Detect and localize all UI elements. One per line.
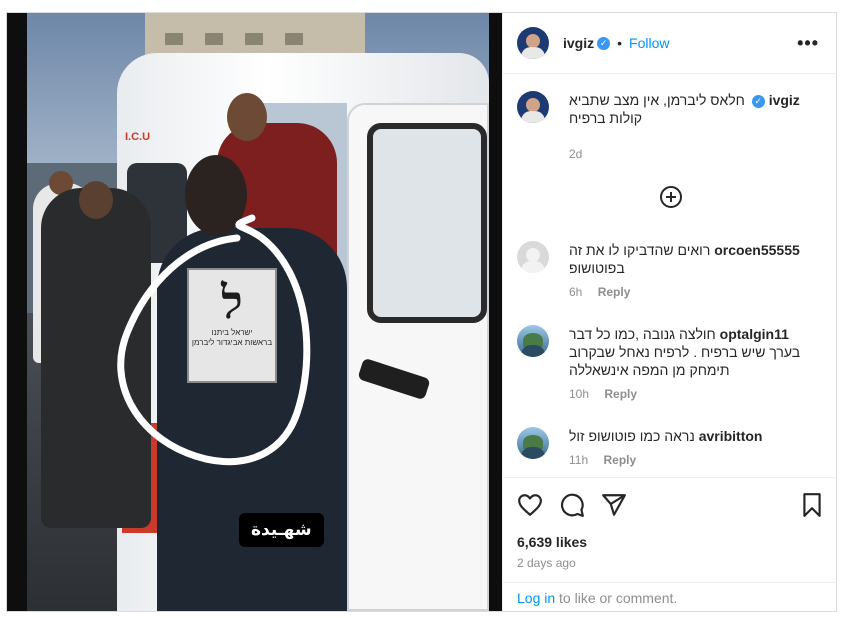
speech-bubble-icon[interactable] (559, 492, 585, 518)
comment-text: רואים שהדביקו לו את זה בפוטושופ (569, 242, 711, 276)
commenter-avatar[interactable] (517, 241, 549, 273)
login-link[interactable]: Log in (517, 590, 555, 606)
comment-username[interactable]: avribitton (699, 428, 763, 444)
reply-button[interactable]: Reply (603, 453, 636, 467)
comment-time: 6h (569, 285, 583, 299)
reply-button[interactable]: Reply (598, 285, 631, 299)
follow-button[interactable]: Follow (629, 35, 669, 51)
comment-item: orcoen55555 רואים שהדביקו לו את זה בפוטו… (517, 241, 827, 301)
plus-circle-icon[interactable] (659, 185, 683, 209)
likes-count[interactable]: 6,639 likes (517, 534, 587, 550)
author-username[interactable]: ivgiz (563, 35, 594, 51)
bookmark-icon[interactable] (799, 492, 825, 518)
caption-verified-icon: ✓ (751, 94, 765, 108)
comment-username[interactable]: optalgin11 (720, 326, 789, 342)
post-dialog: I.C.U ל ישראל ביתנו בראשות אביגדור ליברמ… (6, 12, 837, 612)
comment-item: optalgin11 חולצה גנובה ,כמו כל דבר בערך … (517, 325, 827, 403)
caption-text-block: ivgiz ✓ חלאס ליברמן, אין מצב שתביא קולות… (569, 91, 821, 127)
post-side-panel: ivgiz ✓ • Follow ••• ivgiz ✓ חלאס ליברמן… (502, 13, 837, 611)
commenter-avatar[interactable] (517, 427, 549, 459)
separator-dot: • (617, 35, 623, 51)
comment-text: נראה כמו פוטושופ זול (569, 428, 695, 444)
post-caption: ivgiz ✓ חלאס ליברמן, אין מצב שתביא קולות… (517, 91, 827, 161)
comment-text-block: optalgin11 חולצה גנובה ,כמו כל דבר בערך … (569, 325, 821, 379)
comment-meta: 11h Reply (569, 453, 636, 467)
login-prompt: Log in to like or comment. (503, 582, 837, 612)
comment-text-block: orcoen55555 רואים שהדביקו לו את זה בפוטו… (569, 241, 821, 277)
more-options-icon[interactable]: ••• (797, 33, 819, 54)
author-avatar[interactable] (517, 27, 549, 59)
comment-username[interactable]: orcoen55555 (714, 242, 800, 258)
comments-section[interactable]: ivgiz ✓ חלאס ליברמן, אין מצב שתביא קולות… (503, 75, 837, 477)
verified-icon: ✓ (597, 36, 611, 50)
comment-text-block: avribitton נראה כמו פוטושופ זול (569, 427, 821, 445)
comment-item: avribitton נראה כמו פוטושופ זול 11h Repl… (517, 427, 827, 471)
caption-text: חלאס ליברמן, אין מצב שתביא קולות ברפיח (569, 92, 745, 126)
action-bar (517, 492, 827, 520)
commenter-avatar[interactable] (517, 325, 549, 357)
video-caption: شهـيدة (239, 513, 324, 547)
post-date: 2 days ago (517, 556, 576, 570)
post-header: ivgiz ✓ • Follow ••• (503, 13, 837, 74)
comment-time: 11h (569, 453, 589, 467)
heart-icon[interactable] (517, 492, 543, 518)
login-prompt-text: to like or comment. (555, 590, 678, 606)
post-video[interactable]: I.C.U ל ישראל ביתנו בראשות אביגדור ליברמ… (7, 13, 502, 611)
comment-meta: 6h Reply (569, 285, 630, 299)
comment-time: 10h (569, 387, 590, 401)
post-actions: 6,639 likes 2 days ago Log in to like or… (503, 477, 837, 611)
caption-avatar[interactable] (517, 91, 549, 123)
reply-button[interactable]: Reply (604, 387, 637, 401)
comment-meta: 10h Reply (569, 387, 637, 401)
caption-username[interactable]: ivgiz (769, 92, 800, 108)
video-frame: I.C.U ל ישראל ביתנו בראשות אביגדור ליברמ… (27, 13, 489, 611)
caption-time: 2d (569, 147, 583, 161)
paper-plane-icon[interactable] (601, 492, 627, 518)
